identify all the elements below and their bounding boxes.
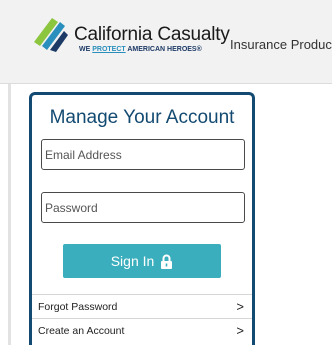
login-title: Manage Your Account [49, 107, 235, 128]
forgot-password-label: Forgot Password [38, 300, 118, 313]
tagline-suffix: AMERICAN HEROES [125, 46, 197, 53]
create-account-label: Create an Account [38, 324, 125, 337]
login-card: Manage Your Account Sign In Forgot Passw… [29, 92, 255, 345]
site-header: California Casualty WE PROTECT AMERICAN … [0, 0, 332, 84]
brand-name[interactable]: California Casualty [74, 24, 230, 46]
forgot-password-link[interactable]: Forgot Password > [32, 294, 252, 318]
chevron-right-icon: > [236, 323, 244, 338]
tagline-highlight: PROTECT [92, 46, 126, 53]
sign-in-button[interactable]: Sign In [63, 244, 221, 278]
page-divider [8, 84, 11, 345]
chevron-right-icon: > [236, 299, 244, 314]
tagline-prefix: WE [79, 46, 93, 53]
create-account-link[interactable]: Create an Account > [32, 318, 252, 342]
registered-mark: ® [196, 46, 202, 53]
lock-icon [161, 254, 173, 269]
password-field[interactable] [41, 192, 245, 223]
nav-insurance-products[interactable]: Insurance Product [230, 37, 332, 52]
email-field[interactable] [41, 139, 245, 170]
sign-in-label: Sign In [110, 253, 155, 269]
california-casualty-logo-icon[interactable] [30, 12, 70, 52]
brand-tagline: WE PROTECT AMERICAN HEROES® [79, 46, 202, 53]
